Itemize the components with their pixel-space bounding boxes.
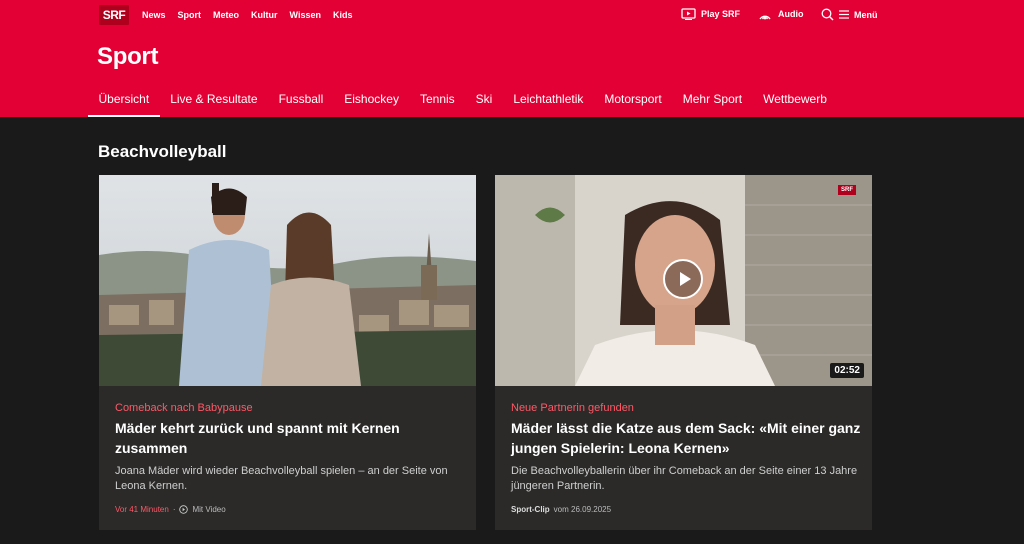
article-image: [99, 175, 476, 386]
srf-watermark: SRF: [838, 185, 856, 195]
play-icon[interactable]: [663, 259, 703, 299]
tab-eishockey[interactable]: Eishockey: [334, 90, 410, 117]
tab-uebersicht[interactable]: Übersicht: [88, 90, 160, 117]
tab-mehr-sport[interactable]: Mehr Sport: [672, 90, 752, 117]
article-kicker: Comeback nach Babypause: [115, 402, 253, 414]
tab-motorsport[interactable]: Motorsport: [594, 90, 672, 117]
separator-dot: ·: [172, 505, 176, 514]
play-srf-link[interactable]: Play SRF: [681, 8, 740, 20]
menu-label: Menü: [854, 9, 878, 20]
menu-button[interactable]: Menü: [821, 8, 878, 21]
topnav-kultur[interactable]: Kultur: [251, 10, 278, 20]
clip-date: vom 26.09.2025: [553, 505, 612, 514]
audio-icon: [759, 15, 771, 20]
article-time: Vor 41 Minuten: [115, 505, 169, 514]
tab-ski[interactable]: Ski: [465, 90, 503, 117]
article-card[interactable]: Comeback nach Babypause Mäder kehrt zurü…: [99, 175, 476, 530]
sport-subnav: Übersicht Live & Resultate Fussball Eish…: [88, 90, 837, 117]
article-card[interactable]: SRF 02:52 Neue Partnerin gefunden Mäder …: [495, 175, 872, 530]
article-headline[interactable]: Mäder lässt die Katze aus dem Sack: «Mit…: [511, 418, 861, 458]
tab-leichtathletik[interactable]: Leichtathletik: [503, 90, 594, 117]
play-circle-icon: [179, 505, 189, 514]
section-title[interactable]: Sport: [97, 43, 158, 71]
tab-live-resultate[interactable]: Live & Resultate: [160, 90, 268, 117]
topnav-sport[interactable]: Sport: [178, 10, 202, 20]
play-srf-label: Play SRF: [701, 9, 741, 19]
topnav-news[interactable]: News: [142, 10, 166, 20]
video-thumbnail[interactable]: SRF 02:52: [495, 175, 872, 386]
article-headline[interactable]: Mäder kehrt zurück und spannt mit Kernen…: [115, 418, 465, 458]
site-header: SRF News Sport Meteo Kultur Wissen Kids …: [0, 0, 1024, 117]
srf-logo[interactable]: SRF: [99, 5, 129, 25]
audio-link[interactable]: Audio: [757, 8, 804, 20]
video-badge: Mit Video: [192, 505, 226, 514]
article-meta: Vor 41 Minuten · Mit Video: [115, 505, 226, 514]
clip-source: Sport-Clip: [511, 505, 550, 514]
section-heading[interactable]: Beachvolleyball: [98, 142, 227, 162]
video-duration: 02:52: [830, 363, 864, 378]
tv-play-icon: [681, 8, 696, 20]
hamburger-icon: [839, 10, 849, 19]
topnav-meteo[interactable]: Meteo: [213, 10, 239, 20]
article-kicker: Neue Partnerin gefunden: [511, 402, 634, 414]
audio-label: Audio: [778, 9, 804, 19]
article-lead: Joana Mäder wird wieder Beachvolleyball …: [115, 465, 448, 492]
topnav-kids[interactable]: Kids: [333, 10, 353, 20]
search-icon: [821, 8, 834, 21]
topnav-wissen[interactable]: Wissen: [290, 10, 321, 20]
top-navigation: News Sport Meteo Kultur Wissen Kids: [142, 10, 352, 20]
tab-wettbewerb[interactable]: Wettbewerb: [753, 90, 838, 117]
tab-fussball[interactable]: Fussball: [268, 90, 334, 117]
article-meta: Sport-Clip vom 26.09.2025: [511, 505, 611, 514]
article-lead: Die Beachvolleyballerin über ihr Comebac…: [511, 465, 858, 492]
tab-tennis[interactable]: Tennis: [409, 90, 465, 117]
